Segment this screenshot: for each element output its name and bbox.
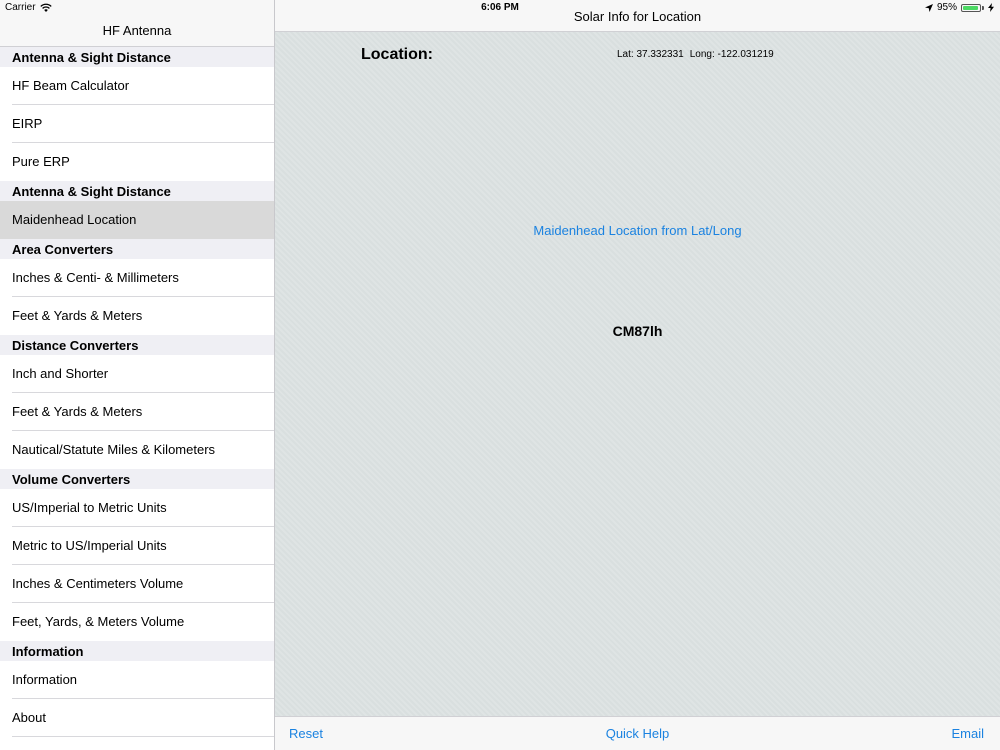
location-label: Location:: [361, 46, 433, 63]
location-arrow-icon: [924, 3, 933, 12]
battery-cap: [982, 5, 984, 10]
sidebar-item-inch-and-shorter[interactable]: Inch and Shorter: [0, 355, 274, 393]
sidebar-title: HF Antenna: [102, 23, 172, 38]
quick-help-container: Quick Help: [275, 726, 1000, 741]
bottom-toolbar: Reset Quick Help Email: [275, 716, 1000, 750]
sidebar-item-information[interactable]: Information: [0, 661, 274, 699]
sidebar-item-area-inches-centi-millimeters[interactable]: Inches & Centi- & Millimeters: [0, 259, 274, 297]
section-header-volume-converters: Volume Converters: [0, 469, 274, 489]
battery-percent: 95%: [936, 2, 957, 13]
charging-bolt-icon: [988, 3, 994, 12]
maidenhead-grid-result: CM87lh: [612, 323, 663, 339]
sidebar-list: Antenna & Sight Distance HF Beam Calcula…: [0, 47, 274, 737]
sidebar-item-area-feet-yards-meters[interactable]: Feet & Yards & Meters: [0, 297, 274, 335]
longitude-value: Long: -122.031219: [689, 49, 774, 60]
status-time: 6:06 PM: [481, 2, 519, 13]
latitude-value: Lat: 37.332331: [617, 49, 684, 60]
quick-help-button[interactable]: Quick Help: [606, 726, 670, 741]
battery-level-fill: [963, 5, 979, 10]
status-bar-right: 95%: [924, 2, 994, 13]
sidebar-item-about[interactable]: About: [0, 699, 274, 737]
maidenhead-from-latlong-button[interactable]: Maidenhead Location from Lat/Long: [275, 223, 1000, 238]
sidebar-item-pure-erp[interactable]: Pure ERP: [0, 143, 274, 181]
coordinates-readout: Lat: 37.332331 Long: -122.031219: [617, 49, 774, 60]
sidebar-item-eirp[interactable]: EIRP: [0, 105, 274, 143]
section-header-area-converters: Area Converters: [0, 239, 274, 259]
sidebar-item-hf-beam-calculator[interactable]: HF Beam Calculator: [0, 67, 274, 105]
sidebar-item-metric-to-us-imperial[interactable]: Metric to US/Imperial Units: [0, 527, 274, 565]
sidebar-item-us-imperial-to-metric[interactable]: US/Imperial to Metric Units: [0, 489, 274, 527]
email-button[interactable]: Email: [951, 726, 984, 741]
sidebar-item-maidenhead-location[interactable]: Maidenhead Location: [0, 201, 274, 239]
section-header-distance-converters: Distance Converters: [0, 335, 274, 355]
battery-icon: [961, 3, 981, 12]
section-header-information: Information: [0, 641, 274, 661]
sidebar-item-distance-feet-yards-meters[interactable]: Feet & Yards & Meters: [0, 393, 274, 431]
sidebar-item-feet-yards-meters-volume[interactable]: Feet, Yards, & Meters Volume: [0, 603, 274, 641]
sidebar-item-inches-centimeters-volume[interactable]: Inches & Centimeters Volume: [0, 565, 274, 603]
section-header-antenna: Antenna & Sight Distance: [0, 47, 274, 67]
detail-pane: Solar Info for Location Location: Lat: 3…: [275, 0, 1000, 750]
status-bar: Carrier 6:06 PM 95%: [0, 0, 1000, 16]
sidebar: HF Antenna Antenna & Sight Distance HF B…: [0, 0, 275, 750]
section-header-antenna-2: Antenna & Sight Distance: [0, 181, 274, 201]
sidebar-item-nautical-statute-miles[interactable]: Nautical/Statute Miles & Kilometers: [0, 431, 274, 469]
